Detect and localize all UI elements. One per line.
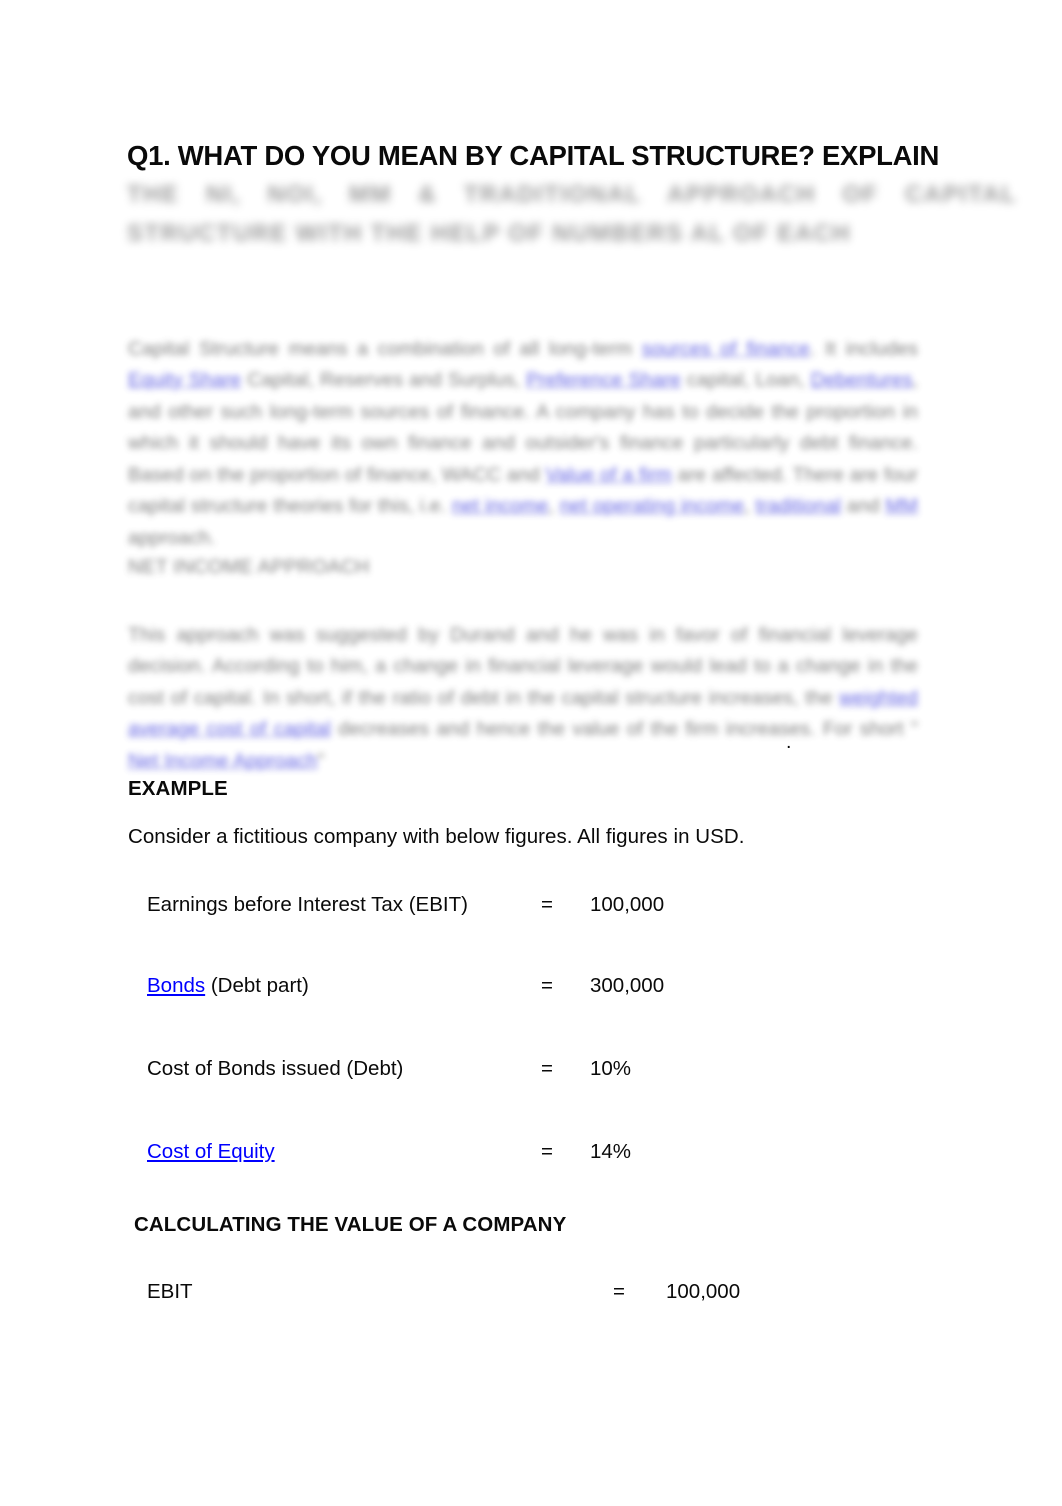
equals-sign: = — [541, 893, 553, 916]
cost-of-equity-link[interactable]: Cost of Equity — [147, 1140, 275, 1163]
figure-value: 14% — [590, 1140, 632, 1163]
equals-sign: = — [541, 974, 553, 997]
document-page: Q1. WHAT DO YOU MEAN BY CAPITAL STRUCTUR… — [0, 0, 1062, 1506]
example-intro-text: Consider a fictitious company with below… — [128, 825, 745, 848]
calculating-value-heading: CALCULATING THE VALUE OF A COMPANY — [134, 1213, 567, 1236]
bonds-link[interactable]: Bonds — [147, 974, 205, 997]
figure-label: Cost of Equity — [147, 1140, 275, 1164]
paragraph-trailing-period: . — [786, 731, 792, 753]
net-income-approach-heading: NET INCOME APPROACH — [128, 556, 370, 578]
equals-sign: = — [541, 1057, 553, 1080]
calculation-value: 100,000 — [666, 1280, 741, 1303]
example-heading: EXAMPLE — [128, 777, 228, 800]
figure-label: Earnings before Interest Tax (EBIT) — [147, 893, 468, 916]
page-title: Q1. WHAT DO YOU MEAN BY CAPITAL STRUCTUR… — [127, 140, 940, 172]
equals-sign: = — [541, 1140, 553, 1163]
figure-value: 10% — [590, 1057, 632, 1080]
figure-label-rest: (Debt part) — [205, 974, 309, 997]
title-continuation-text: THE NI, NOI, MM & TRADITIONAL APPROACH O… — [127, 181, 1017, 247]
figure-value: 100,000 — [590, 893, 665, 916]
figure-label: Cost of Bonds issued (Debt) — [147, 1057, 404, 1080]
calculation-label: EBIT — [147, 1280, 193, 1303]
equals-sign: = — [613, 1280, 625, 1303]
net-income-approach-paragraph: This approach was suggested by Durand an… — [128, 623, 918, 772]
figure-value: 300,000 — [590, 974, 665, 997]
figure-label: Bonds (Debt part) — [147, 974, 309, 998]
intro-paragraph: Capital Structure means a combination of… — [128, 337, 918, 549]
